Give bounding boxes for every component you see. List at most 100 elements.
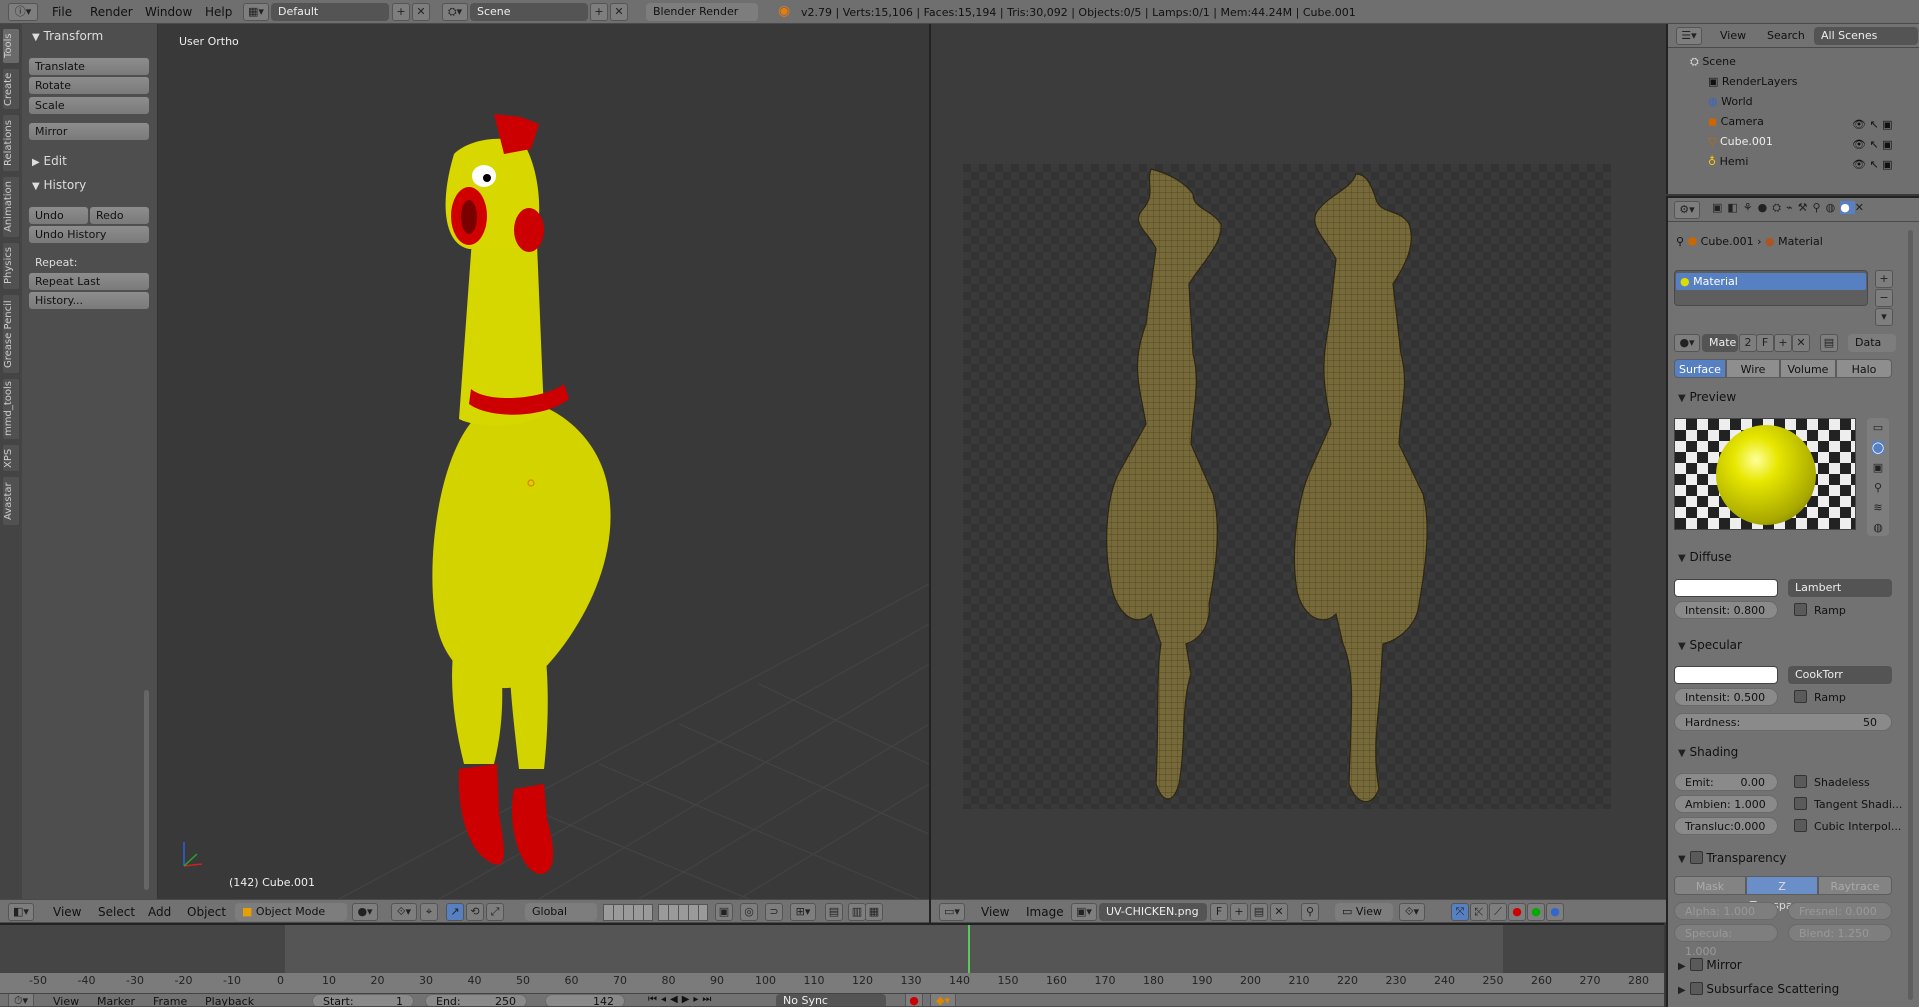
cubic-interpolation-checkbox[interactable] [1794,819,1807,832]
timeline[interactable] [0,923,1664,995]
render-animation-icon[interactable]: ▥ [848,903,866,921]
transparency-checkbox[interactable] [1689,851,1703,864]
remove-material-slot-button[interactable]: − [1875,289,1893,307]
layer-buttons-2[interactable] [658,904,708,921]
fake-user-button[interactable]: F [1210,903,1228,921]
timeline-menu-view[interactable]: View [53,995,79,1006]
redo-button[interactable]: Redo [89,206,150,225]
draw-channel-green-icon[interactable]: ● [1527,903,1545,921]
timeline-menu-marker[interactable]: Marker [97,995,135,1006]
mirror-checkbox[interactable] [1689,958,1703,971]
current-frame-field[interactable]: 142 [545,994,625,1006]
viewport-shading-button[interactable]: ●▾ [352,903,378,921]
tab-avastar[interactable]: Avastar [2,476,20,526]
mirror-panel-header[interactable]: ▶ Mirror [1678,956,1742,972]
outliner-item-camera[interactable]: ◼ Camera [1708,115,1764,128]
specular-color-swatch[interactable] [1674,666,1778,684]
manipulator-toggle[interactable]: ⌖ [420,903,438,921]
tab-grease-pencil[interactable]: Grease Pencil [2,294,20,374]
edit-panel-header[interactable]: ▶ Edit [32,154,67,168]
hardness-slider[interactable]: Hardness: 50 [1674,713,1892,731]
tool-shelf-scrollbar[interactable] [144,690,149,890]
specular-shader-select[interactable]: CookTorr [1788,666,1892,684]
unlink-image-button[interactable]: ✕ [1270,903,1288,921]
viewport-menu-view[interactable]: View [53,905,81,919]
remove-layout-button[interactable]: ✕ [412,3,430,21]
render-preview-icon[interactable]: ▤ [825,903,843,921]
menu-render[interactable]: Render [90,5,133,19]
outliner-item-scene[interactable]: ⛭ Scene [1690,55,1736,69]
specular-alpha-slider[interactable]: Specula: 1.000 [1674,924,1778,958]
opengl-render-icon[interactable]: ▦ [865,903,883,921]
scene-icon[interactable]: ⛭▾ [442,3,468,21]
outliner-item-world[interactable]: ◍ World [1708,95,1753,108]
sss-checkbox[interactable] [1689,982,1703,995]
playback-controls[interactable]: ⏮◂◀▶▸⏭ [648,994,768,1006]
material-users-count[interactable]: 2 [1739,334,1757,352]
object-mode-select[interactable]: ■ Object Mode [235,903,347,921]
layer-buttons[interactable] [603,904,653,921]
rotate-manipulator-icon[interactable]: ⟲ [466,903,484,921]
uv-pivot-button[interactable]: ⟐▾ [1399,903,1425,921]
material-browse-icon[interactable]: ●▾ [1674,334,1700,352]
add-layout-button[interactable]: + [392,3,410,21]
specular-ramp-checkbox[interactable] [1794,690,1807,703]
sss-panel-header[interactable]: ▶ Subsurface Scattering [1678,980,1839,996]
outliner-editor-type-button[interactable]: ☰▾ [1676,27,1702,45]
render-engine-select[interactable]: Blender Render [646,3,758,21]
pin-image-icon[interactable]: ⚲ [1301,903,1319,921]
viewport-3d[interactable]: User Ortho (142) Cube.001 [159,24,929,899]
viewport-menu-object[interactable]: Object [187,905,226,919]
translate-manipulator-icon[interactable]: ↗ [446,903,464,921]
undo-history-button[interactable]: Undo History [28,225,150,244]
preview-type-buttons[interactable]: ▭ ◯ ▣ ⚲ ≋ ◍ [1867,418,1889,536]
view-mode-select[interactable]: ▭ View [1335,903,1393,921]
preview-panel-header[interactable]: ▼ Preview [1678,390,1736,404]
transform-panel-header[interactable]: ▼ Transform [32,29,103,43]
material-name-field[interactable]: Mate [1702,334,1738,352]
scene-field[interactable]: Scene [470,3,588,21]
material-fake-user-button[interactable]: F [1756,334,1774,352]
translucency-slider[interactable]: Transluc:0.000 [1674,817,1778,835]
keying-set-icon[interactable]: ◆▾ [930,994,956,1006]
pin-icon[interactable]: ⚲ [1676,235,1684,248]
outliner-menu-view[interactable]: View [1720,29,1746,42]
history-button[interactable]: History... [28,291,150,310]
tab-tools[interactable]: Tools [2,28,20,64]
diffuse-panel-header[interactable]: ▼ Diffuse [1678,550,1732,564]
material-specials-button[interactable]: ▾ [1875,308,1893,326]
outliner-filter-select[interactable]: All Scenes [1814,27,1918,45]
material-link-select[interactable]: Data [1848,334,1896,352]
timeline-menu-frame[interactable]: Frame [153,995,187,1006]
viewport-menu-add[interactable]: Add [148,905,171,919]
snap-icon[interactable]: ⊃ [765,903,783,921]
fresnel-slider[interactable]: Fresnel: 0.000 [1788,902,1892,920]
uv-menu-view[interactable]: View [981,905,1009,919]
uv-menu-image[interactable]: Image [1026,905,1064,919]
transparency-mode-ztransparency[interactable]: Z Transpare... [1746,876,1818,912]
properties-context-tabs[interactable]: ▣◧⚘●⛭⌁⚒⚲◍●✕ [1712,201,1917,219]
outliner-item-cube001[interactable]: ▽ Cube.001 [1708,135,1773,148]
new-image-button[interactable]: + [1230,903,1248,921]
screen-layout-field[interactable]: Default [271,3,389,21]
viewport-editor-type-button[interactable]: ◧▾ [8,903,34,921]
current-frame-indicator[interactable] [968,925,971,973]
uv-edge-icon[interactable]: ⟋ [1489,903,1507,921]
uv-sync-select-icon[interactable]: ⤧ [1451,903,1469,921]
menu-file[interactable]: File [52,5,72,19]
shadeless-checkbox[interactable] [1794,775,1807,788]
pivot-point-button[interactable]: ⟐▾ [391,903,417,921]
timeline-ruler[interactable] [0,973,1664,995]
uv-image-editor[interactable] [931,24,1666,899]
timeline-menu-playback[interactable]: Playback [205,995,254,1006]
draw-channel-blue-icon[interactable]: ● [1546,903,1564,921]
diffuse-intensity-slider[interactable]: Intensit: 0.800 [1674,601,1778,619]
outliner-item-renderlayers[interactable]: ▣ RenderLayers [1708,75,1797,88]
viewport-menu-select[interactable]: Select [98,905,135,919]
outliner-menu-search[interactable]: Search [1767,29,1805,42]
undo-button[interactable]: Undo [28,206,89,225]
outliner-item-hemi[interactable]: ♁ Hemi [1708,155,1748,168]
tab-surface[interactable]: Surface [1674,359,1726,378]
repeat-last-button[interactable]: Repeat Last [28,272,150,291]
uv-select-mode-icon[interactable]: ⤪ [1470,903,1488,921]
